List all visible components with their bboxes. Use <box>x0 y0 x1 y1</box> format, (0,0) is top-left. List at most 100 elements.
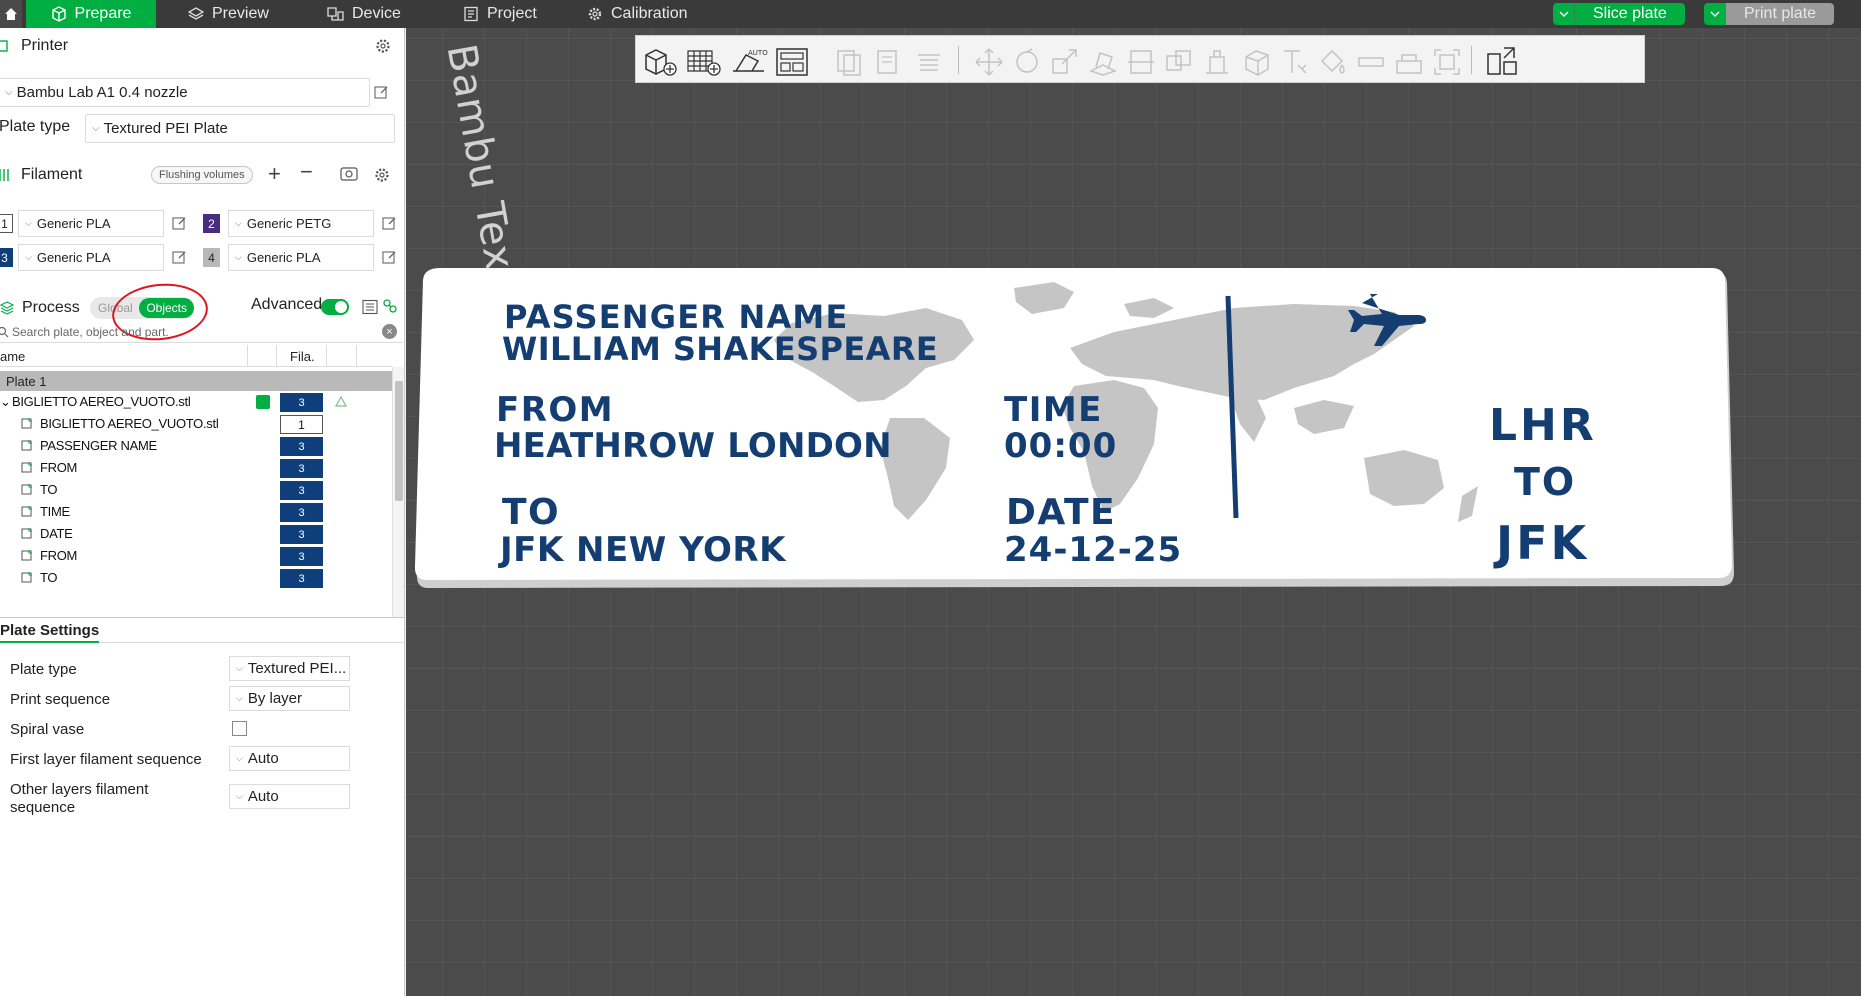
object-row[interactable]: ⌄ BIGLIETTO AEREO_VUOTO.stl 3 <box>0 391 392 413</box>
part-row[interactable]: BIGLIETTO AEREO_VUOTO.stl 1 <box>0 413 392 435</box>
explode-view-icon[interactable] <box>1484 44 1520 78</box>
ps-first-layer-select[interactable]: ⌵ Auto <box>229 746 350 771</box>
search-placeholder: Search plate, object and part. <box>12 324 169 339</box>
part-icon <box>21 550 32 561</box>
scrollbar-thumb[interactable] <box>395 381 403 501</box>
seam-paint-icon <box>1245 50 1269 76</box>
part-name: FROM <box>40 548 78 563</box>
add-filament-icon[interactable]: + <box>268 161 281 187</box>
slice-dropdown-button[interactable] <box>1553 3 1575 25</box>
tab-preview[interactable]: Preview <box>188 0 269 28</box>
object-visible-checkbox[interactable] <box>256 395 270 409</box>
advanced-switch[interactable] <box>321 299 349 315</box>
edit-filament-1-icon[interactable] <box>172 216 187 231</box>
3d-viewport[interactable]: Bambu Textured PEI Plate AUTO <box>406 28 1861 996</box>
part-row[interactable]: FROM 3 <box>0 545 392 567</box>
printer-select[interactable]: ⌵ Bambu Lab A1 0.4 nozzle <box>0 78 370 107</box>
remove-filament-icon[interactable]: − <box>300 159 313 185</box>
left-panel: Printer ⌵ Bambu Lab A1 0.4 nozzle Plate … <box>0 28 405 996</box>
process-scope-toggle: Global Objects <box>90 297 194 319</box>
print-plate-button[interactable]: Print plate <box>1726 3 1835 25</box>
part-name: BIGLIETTO AEREO_VUOTO.stl <box>40 416 219 431</box>
list-icon[interactable] <box>362 299 378 315</box>
edit-filament-4-icon[interactable] <box>382 250 397 265</box>
part-row[interactable]: DATE 3 <box>0 523 392 545</box>
filament-slot-3-name: Generic PLA <box>36 250 111 265</box>
ticket-from-value: HEATHROW LONDON <box>494 426 892 466</box>
clear-search-icon[interactable]: × <box>382 324 397 339</box>
part-row[interactable]: FROM 3 <box>0 457 392 479</box>
filament-slot-4-select[interactable]: ⌵ Generic PLA <box>228 244 374 271</box>
tab-project[interactable]: Project <box>463 0 537 28</box>
tab-calibration[interactable]: Calibration <box>587 0 687 28</box>
add-object-icon[interactable] <box>642 47 680 77</box>
sync-filament-icon[interactable] <box>340 166 358 182</box>
cube-icon <box>51 6 66 22</box>
filament-slot-2-select[interactable]: ⌵ Generic PETG <box>228 210 374 237</box>
objects-toggle[interactable]: Objects <box>139 298 194 318</box>
part-filament[interactable]: 3 <box>280 481 323 500</box>
filament-slot-3-select[interactable]: ⌵ Generic PLA <box>18 244 164 271</box>
part-filament[interactable]: 3 <box>280 547 323 566</box>
copy-icon <box>837 50 861 76</box>
object-list-scrollbar[interactable] <box>392 367 404 617</box>
part-icon <box>21 418 32 429</box>
ps-print-sequence-select[interactable]: ⌵ By layer <box>229 686 350 711</box>
col-name-header[interactable]: ame <box>0 349 25 364</box>
filament-slot-4-number[interactable]: 4 <box>203 248 220 267</box>
part-icon <box>21 462 32 473</box>
collapse-arrow-icon[interactable]: ⌄ <box>0 394 11 410</box>
part-filament[interactable]: 3 <box>280 437 323 456</box>
object-settings-icon[interactable] <box>334 394 348 408</box>
column-divider <box>247 345 248 367</box>
part-filament[interactable]: 1 <box>280 415 323 434</box>
object-filament[interactable]: 3 <box>280 393 323 412</box>
add-plate-icon[interactable] <box>686 47 724 77</box>
part-row[interactable]: PASSENGER NAME 3 <box>0 435 392 457</box>
plate-settings-tab[interactable]: Plate Settings <box>0 617 404 643</box>
auto-orient-icon[interactable]: AUTO <box>730 47 768 77</box>
filament-slot-1-select[interactable]: ⌵ Generic PLA <box>18 210 164 237</box>
filament-settings-gear-icon[interactable] <box>374 167 390 183</box>
printer-settings-gear-icon[interactable] <box>375 38 391 54</box>
filament-slot-1-number[interactable]: 1 <box>0 214 13 233</box>
filament-title: Filament <box>21 166 83 183</box>
edit-filament-3-icon[interactable] <box>172 250 187 265</box>
spiral-vase-checkbox[interactable] <box>232 721 247 736</box>
flushing-volumes-button[interactable]: Flushing volumes <box>151 166 253 184</box>
tab-device[interactable]: Device <box>326 0 401 28</box>
chevron-down-icon: ⌵ <box>235 252 242 262</box>
filament-slot-3-number[interactable]: 3 <box>0 248 13 267</box>
ps-print-sequence-value: By layer <box>247 690 303 707</box>
slice-plate-button[interactable]: Slice plate <box>1575 3 1685 25</box>
part-row[interactable]: TO 3 <box>0 567 392 589</box>
edit-filament-2-icon[interactable] <box>382 216 397 231</box>
col-fila-header[interactable]: Fila. <box>290 349 315 364</box>
printer-name: Bambu Lab A1 0.4 nozzle <box>16 84 188 101</box>
object-search-input[interactable]: Search plate, object and part. × <box>0 321 403 343</box>
chevron-down-icon: ⌵ <box>236 791 243 801</box>
top-bar: Prepare Preview Device Project Calibrati… <box>0 0 1861 28</box>
ps-plate-type-select[interactable]: ⌵ Textured PEI... <box>229 656 350 681</box>
process-extra-icon[interactable] <box>382 298 398 314</box>
part-row[interactable]: TO 3 <box>0 479 392 501</box>
part-filament[interactable]: 3 <box>280 569 323 588</box>
object-name: BIGLIETTO AEREO_VUOTO.stl <box>12 394 191 409</box>
scale-icon <box>1052 49 1077 74</box>
chevron-down-icon <box>1710 11 1720 17</box>
edit-printer-icon[interactable] <box>374 85 389 100</box>
filament-slot-2-number[interactable]: 2 <box>203 214 220 233</box>
plate-type-select[interactable]: ⌵ Textured PEI Plate <box>85 114 395 143</box>
home-button[interactable] <box>0 0 22 28</box>
print-dropdown-button[interactable] <box>1704 3 1726 25</box>
part-filament[interactable]: 3 <box>280 459 323 478</box>
arrange-icon[interactable] <box>774 47 812 77</box>
ps-other-layers-select[interactable]: ⌵ Auto <box>229 784 350 809</box>
plate-row[interactable]: Plate 1 <box>0 371 392 391</box>
part-filament[interactable]: 3 <box>280 503 323 522</box>
part-row[interactable]: TIME 3 <box>0 501 392 523</box>
part-filament[interactable]: 3 <box>280 525 323 544</box>
measure-icon <box>1358 57 1384 67</box>
tab-prepare[interactable]: Prepare <box>26 0 156 28</box>
global-toggle[interactable]: Global <box>90 301 135 315</box>
